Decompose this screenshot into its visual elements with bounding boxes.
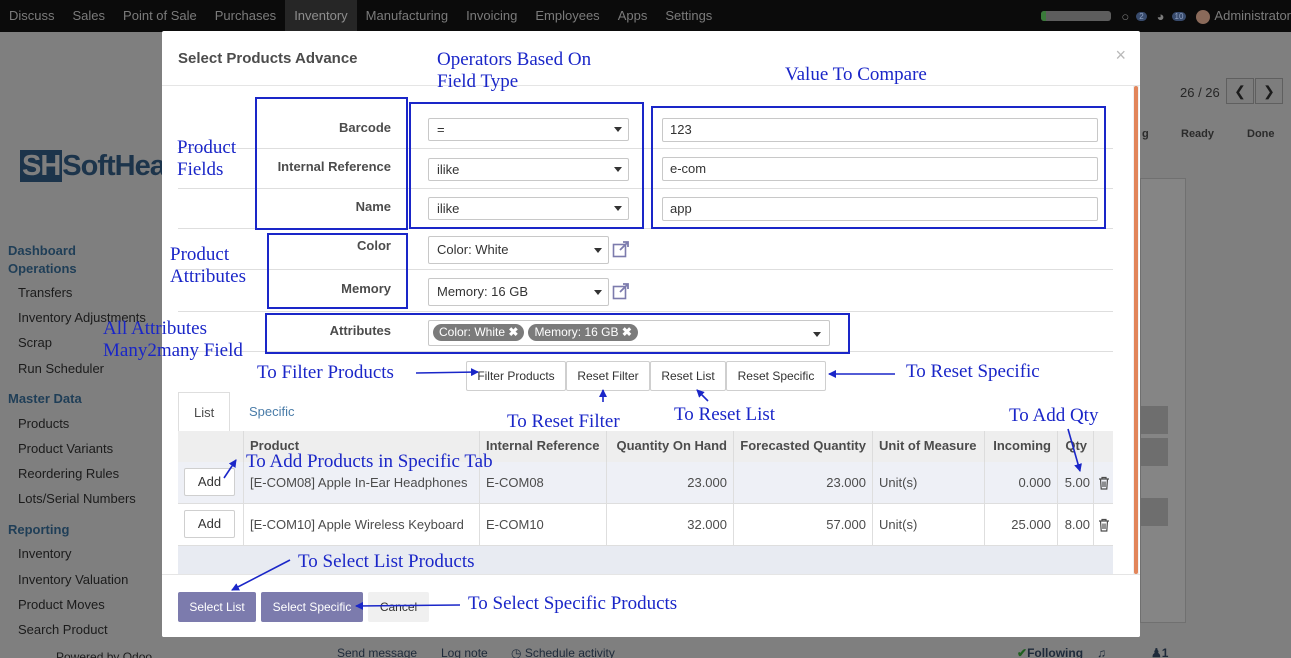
arrow-to-select-specific — [355, 601, 461, 610]
arrow-to-filter — [415, 368, 479, 377]
arrow-to-select-list — [231, 559, 291, 591]
arrow-to-reset-list — [696, 389, 709, 402]
arrow-to-add-qty — [1067, 428, 1082, 472]
arrow-to-add-products — [223, 459, 237, 479]
annotation-arrows — [223, 368, 1082, 610]
